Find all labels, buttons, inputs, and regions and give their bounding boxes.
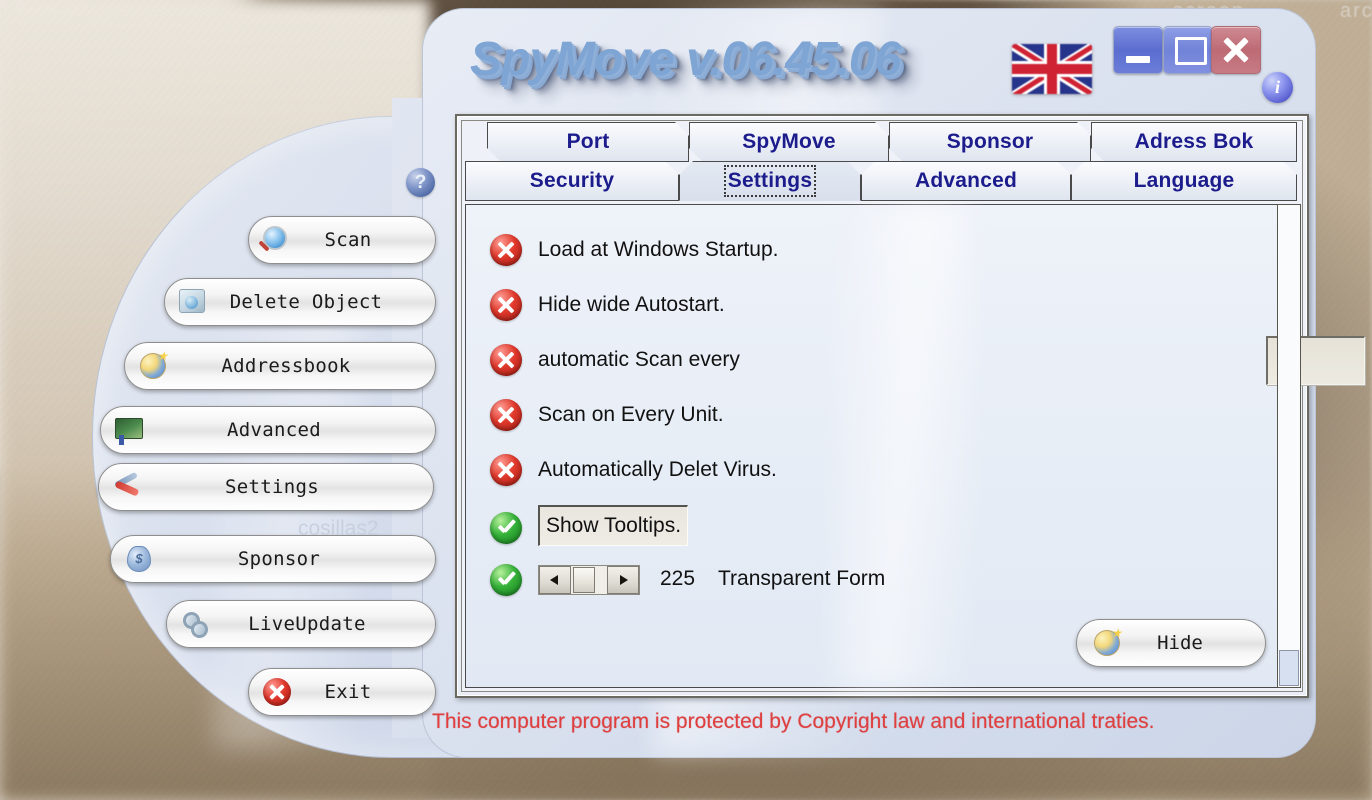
tab-label: Security xyxy=(529,169,615,192)
checkbox-on-icon[interactable] xyxy=(490,512,522,544)
transparency-label: Transparent Form xyxy=(718,567,886,590)
checkbox-on-icon[interactable] xyxy=(490,564,522,596)
tab-advanced[interactable]: Advanced xyxy=(861,161,1071,201)
minimize-button[interactable] xyxy=(1113,26,1163,74)
uk-flag-icon xyxy=(1012,44,1092,94)
sidebar-item-label: Delete Object xyxy=(229,291,383,313)
option-label: Load at Windows Startup. xyxy=(538,238,779,261)
sidebar-item-advanced[interactable]: Advanced xyxy=(100,406,436,454)
chain-link-icon xyxy=(179,609,213,639)
tab-label: Advanced xyxy=(915,169,1017,192)
option-label: Show Tooltips. xyxy=(546,514,682,537)
recycle-bin-icon xyxy=(177,287,211,317)
show-tooltips-field[interactable]: Show Tooltips. xyxy=(538,505,689,546)
option-row-hide-autostart[interactable]: Hide wide Autostart. xyxy=(490,288,725,322)
background-text-arc: arc xyxy=(1340,0,1372,22)
content-panel: Port SpyMove Sponsor Adress Bok Security… xyxy=(455,114,1365,698)
tab-label: Port xyxy=(566,130,610,153)
arrow-right-icon[interactable] xyxy=(607,566,639,594)
tab-bar: Port SpyMove Sponsor Adress Bok Security… xyxy=(465,122,1301,206)
option-label: Scan on Every Unit. xyxy=(538,403,724,426)
page-title: SpyMove v.06.45.06 xyxy=(470,33,901,86)
tab-security[interactable]: Security xyxy=(465,161,679,201)
sidebar-item-addressbook[interactable]: Addressbook xyxy=(124,342,436,390)
checkbox-off-icon[interactable] xyxy=(490,344,522,376)
tab-language[interactable]: Language xyxy=(1071,161,1297,201)
option-row-automatic-scan[interactable]: automatic Scan every xyxy=(490,343,740,377)
option-row-auto-delete-virus[interactable]: Automatically Delet Virus. xyxy=(490,453,777,487)
checkbox-off-icon[interactable] xyxy=(490,289,522,321)
transparency-controls: 225 Transparent Form xyxy=(538,565,1058,595)
option-row-scan-every-unit[interactable]: Scan on Every Unit. xyxy=(490,398,724,432)
option-label: automatic Scan every xyxy=(538,348,740,371)
option-row-transparent-form[interactable]: 225 Transparent Form xyxy=(490,563,1058,597)
transparency-slider[interactable] xyxy=(538,565,640,595)
slider-thumb[interactable] xyxy=(573,567,595,593)
sidebar-item-label: Sponsor xyxy=(237,548,321,570)
sidebar-item-label: Settings xyxy=(225,476,319,498)
globe-star-icon xyxy=(1091,626,1125,658)
option-row-show-tooltips[interactable]: Show Tooltips. xyxy=(490,505,738,546)
sidebar-item-label: LiveUpdate xyxy=(248,613,366,635)
hide-button-label: Hide xyxy=(1157,632,1203,654)
sidebar-item-label: Addressbook xyxy=(221,355,351,377)
option-label: Automatically Delet Virus. xyxy=(538,458,777,481)
scrollbar-thumb[interactable] xyxy=(1279,650,1299,686)
maximize-icon xyxy=(1164,27,1212,73)
option-label: Hide wide Autostart. xyxy=(538,293,725,316)
panel-vertical-scrollbar[interactable] xyxy=(1277,204,1301,688)
sidebar-item-liveupdate[interactable]: LiveUpdate xyxy=(166,600,436,648)
background-text-screen: screen xyxy=(1173,0,1246,22)
sidebar-item-label: Advanced xyxy=(227,419,321,441)
checkbox-off-icon[interactable] xyxy=(490,454,522,486)
tab-label: SpyMove xyxy=(742,130,836,153)
tab-label: Adress Bok xyxy=(1134,130,1254,153)
arrow-left-icon[interactable] xyxy=(539,566,571,594)
tab-label: Sponsor xyxy=(946,130,1034,153)
tab-adress-bok[interactable]: Adress Bok xyxy=(1091,122,1297,162)
tooltips-field-wrap: Show Tooltips. xyxy=(538,505,738,546)
sidebar-item-scan[interactable]: Scan xyxy=(248,216,436,264)
money-bag-icon xyxy=(123,544,157,574)
info-icon[interactable] xyxy=(1262,72,1293,103)
sidebar-item-exit[interactable]: Exit xyxy=(248,668,436,716)
option-row-load-at-startup[interactable]: Load at Windows Startup. xyxy=(490,233,778,267)
maximize-button[interactable] xyxy=(1163,26,1213,74)
checkbox-off-icon[interactable] xyxy=(490,234,522,266)
slider-track[interactable] xyxy=(571,566,607,594)
sidebar-item-label: Exit xyxy=(324,681,372,703)
sidebar-item-label: Scan xyxy=(324,229,372,251)
tab-label: Language xyxy=(1133,169,1235,192)
minimize-icon xyxy=(1114,27,1162,73)
panel-sheen xyxy=(832,205,973,687)
close-icon xyxy=(1212,27,1260,73)
red-x-icon xyxy=(261,677,295,707)
sidebar-item-settings[interactable]: Settings xyxy=(98,463,434,511)
tools-wrench-icon xyxy=(111,472,145,502)
tab-settings[interactable]: Settings xyxy=(679,161,861,201)
magnifier-icon xyxy=(261,225,295,255)
help-question-icon[interactable] xyxy=(406,168,435,197)
transparency-value: 225 xyxy=(660,567,696,590)
copyright-notice: This computer program is protected by Co… xyxy=(432,710,1155,733)
globe-star-icon xyxy=(137,349,171,381)
watermark-text: cosillas2 xyxy=(298,517,379,540)
checkbox-off-icon[interactable] xyxy=(490,399,522,431)
circuit-board-icon xyxy=(113,415,147,445)
settings-tab-body: Load at Windows Startup. Hide wide Autos… xyxy=(465,204,1365,688)
hide-button[interactable]: Hide xyxy=(1076,619,1266,667)
tab-label: Settings xyxy=(727,169,813,192)
sidebar-item-sponsor[interactable]: Sponsor xyxy=(110,535,436,583)
tab-spymove[interactable]: SpyMove xyxy=(689,122,889,162)
close-button[interactable] xyxy=(1211,26,1261,74)
sidebar-item-delete-object[interactable]: Delete Object xyxy=(164,278,436,326)
tab-sponsor[interactable]: Sponsor xyxy=(889,122,1091,162)
tab-port[interactable]: Port xyxy=(487,122,689,162)
